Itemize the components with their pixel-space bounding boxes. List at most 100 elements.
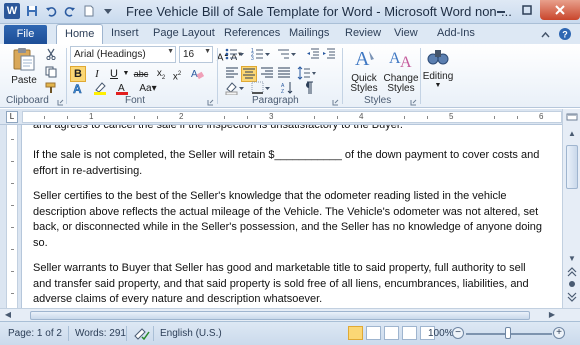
font-size-select[interactable]: 16 ▼ bbox=[179, 46, 213, 63]
horizontal-ruler[interactable]: 1 2 3 4 5 6 bbox=[22, 111, 562, 123]
next-page-icon[interactable] bbox=[565, 292, 579, 306]
tab-selector[interactable]: L bbox=[6, 111, 18, 123]
tab-view[interactable]: View bbox=[394, 27, 418, 39]
save-icon[interactable] bbox=[25, 4, 39, 18]
tab-insert[interactable]: Insert bbox=[111, 27, 139, 39]
editing-button[interactable]: Editing ▼ bbox=[422, 45, 454, 89]
document-paragraph[interactable]: and agrees to cancel the sale if the ins… bbox=[33, 125, 543, 134]
zoom-level[interactable]: 100% bbox=[428, 328, 454, 339]
help-icon[interactable]: ? bbox=[558, 27, 572, 44]
justify-icon[interactable] bbox=[276, 66, 292, 82]
numbering-icon[interactable]: 123 bbox=[250, 47, 272, 63]
change-styles-button[interactable]: A A Change Styles bbox=[382, 45, 420, 94]
customize-toolbar-icon[interactable] bbox=[101, 4, 115, 18]
font-launcher-icon[interactable] bbox=[205, 94, 215, 110]
word-app-icon[interactable]: W bbox=[4, 3, 20, 19]
close-button[interactable] bbox=[540, 0, 580, 20]
vertical-ruler-strip[interactable] bbox=[6, 125, 18, 308]
text-effects-icon[interactable]: A bbox=[70, 81, 86, 97]
vertical-scrollbar[interactable]: ▲ ▼ bbox=[562, 109, 580, 308]
tab-references[interactable]: References bbox=[224, 27, 280, 39]
ribbon-right-controls: ? bbox=[541, 27, 572, 44]
clipboard-launcher-icon[interactable] bbox=[55, 94, 65, 110]
ruler-tick bbox=[224, 116, 225, 119]
document-paragraph[interactable]: If the sale is not completed, the Seller… bbox=[33, 148, 543, 179]
strikethrough-button[interactable]: abc bbox=[131, 66, 151, 82]
group-separator bbox=[342, 48, 343, 104]
full-screen-reading-view-button[interactable] bbox=[366, 326, 381, 340]
svg-text:A: A bbox=[73, 82, 82, 95]
line-spacing-icon[interactable] bbox=[296, 66, 318, 82]
chevron-down-icon: ▼ bbox=[434, 82, 442, 89]
tab-mailings[interactable]: Mailings bbox=[289, 27, 329, 39]
proofing-icon[interactable] bbox=[134, 326, 150, 343]
redo-icon[interactable] bbox=[63, 4, 77, 18]
subscript-button[interactable]: x2 bbox=[153, 66, 169, 82]
clear-formatting-icon[interactable]: A bbox=[189, 66, 205, 82]
multilevel-list-icon[interactable] bbox=[276, 47, 298, 63]
scroll-down-icon[interactable]: ▼ bbox=[565, 252, 579, 266]
ruler-tick bbox=[157, 116, 158, 119]
outline-view-button[interactable] bbox=[402, 326, 417, 340]
ruler-number: 3 bbox=[269, 112, 274, 121]
bold-button[interactable]: B bbox=[70, 66, 86, 82]
zoom-slider-thumb[interactable] bbox=[505, 327, 511, 339]
minimize-button[interactable] bbox=[488, 0, 514, 20]
group-separator bbox=[217, 48, 218, 104]
quick-styles-icon: A bbox=[355, 48, 374, 70]
page-count[interactable]: Page: 1 of 2 bbox=[8, 328, 62, 339]
increase-indent-icon[interactable] bbox=[321, 47, 337, 63]
svg-text:?: ? bbox=[562, 30, 568, 40]
print-layout-view-button[interactable] bbox=[348, 326, 363, 340]
word-count[interactable]: Words: 291 bbox=[75, 328, 126, 339]
chevron-down-icon: ▼ bbox=[167, 48, 174, 55]
document-paragraph[interactable]: Seller warrants to Buyer that Seller has… bbox=[33, 261, 543, 308]
font-name-select[interactable]: Arial (Headings) ▼ bbox=[70, 46, 176, 63]
document-page[interactable]: and agrees to cancel the sale if the ins… bbox=[22, 125, 562, 308]
new-document-icon[interactable] bbox=[82, 4, 96, 18]
tab-home[interactable]: Home bbox=[56, 24, 104, 45]
paragraph-launcher-icon[interactable] bbox=[330, 94, 340, 110]
show-formatting-icon[interactable] bbox=[300, 81, 316, 97]
styles-launcher-icon[interactable] bbox=[408, 94, 418, 110]
maximize-button[interactable] bbox=[514, 0, 540, 20]
web-layout-view-button[interactable] bbox=[384, 326, 399, 340]
undo-icon[interactable] bbox=[44, 4, 58, 18]
ruler-number: 5 bbox=[449, 112, 454, 121]
scrollbar-thumb[interactable] bbox=[566, 145, 578, 189]
quick-styles-button[interactable]: A Quick Styles bbox=[346, 45, 382, 94]
italic-button[interactable]: I bbox=[89, 66, 105, 82]
highlight-icon[interactable] bbox=[92, 81, 108, 97]
tab-add-ins[interactable]: Add-Ins bbox=[437, 27, 475, 39]
ruler-tick bbox=[404, 116, 405, 119]
scroll-right-icon[interactable]: ▶ bbox=[546, 308, 558, 322]
ruler-tick bbox=[11, 183, 14, 184]
align-right-icon[interactable] bbox=[259, 66, 275, 82]
scroll-up-icon[interactable]: ▲ bbox=[565, 127, 579, 141]
shading-icon[interactable] bbox=[224, 81, 246, 97]
tab-review[interactable]: Review bbox=[345, 27, 381, 39]
cut-icon[interactable] bbox=[44, 46, 58, 62]
horizontal-scrollbar[interactable]: ◀ ▶ bbox=[0, 308, 580, 321]
scroll-left-icon[interactable]: ◀ bbox=[2, 308, 14, 322]
zoom-out-button[interactable]: − bbox=[452, 327, 464, 339]
tab-page-layout[interactable]: Page Layout bbox=[153, 27, 215, 39]
ruler-toggle-icon[interactable] bbox=[565, 111, 579, 125]
ruler-number: 1 bbox=[89, 112, 94, 121]
svg-text:3: 3 bbox=[251, 56, 254, 61]
document-paragraph[interactable]: Seller certifies to the best of the Sell… bbox=[33, 189, 543, 251]
copy-icon[interactable] bbox=[44, 64, 58, 80]
select-browse-object-icon[interactable] bbox=[565, 279, 579, 293]
zoom-in-button[interactable]: + bbox=[553, 327, 565, 339]
align-left-icon[interactable] bbox=[224, 66, 240, 82]
scrollbar-thumb[interactable] bbox=[30, 311, 530, 320]
bullets-icon[interactable] bbox=[224, 47, 246, 63]
superscript-button[interactable]: x2 bbox=[169, 66, 185, 82]
align-center-icon[interactable] bbox=[241, 66, 257, 82]
language-indicator[interactable]: English (U.S.) bbox=[160, 328, 222, 339]
font-name-value: Arial (Headings) bbox=[74, 49, 146, 60]
decrease-indent-icon[interactable] bbox=[305, 47, 321, 63]
tab-file[interactable]: File bbox=[4, 25, 47, 44]
paste-button[interactable]: Paste bbox=[8, 46, 40, 86]
minimize-ribbon-icon[interactable] bbox=[541, 30, 550, 42]
